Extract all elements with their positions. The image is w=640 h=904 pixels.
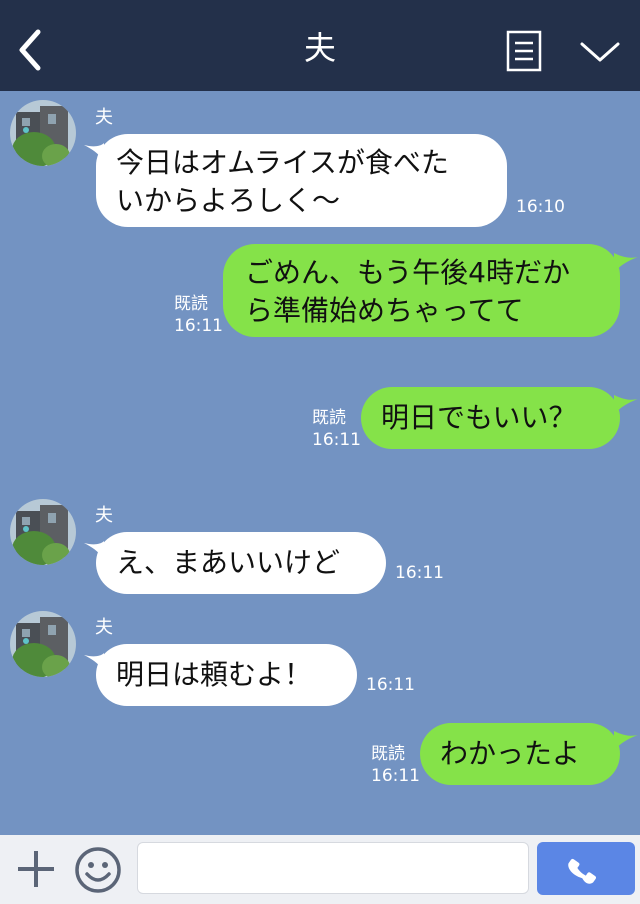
avatar-photo-icon <box>10 100 76 166</box>
input-bar <box>0 835 640 904</box>
timestamp: 16:11 <box>174 316 223 336</box>
timestamp: 16:11 <box>366 675 415 695</box>
message-text: わかったよ <box>440 737 581 770</box>
call-button[interactable] <box>537 842 635 895</box>
message-bubble-sent[interactable]: 明日でもいい？ <box>361 387 620 449</box>
message-text: 明日は頼むよ！ <box>116 658 313 691</box>
message-meta: 既読 16:11 <box>371 743 420 787</box>
avatar[interactable] <box>10 499 76 565</box>
avatar[interactable] <box>10 611 76 677</box>
bubble-tail <box>614 253 638 273</box>
bubble-tail <box>614 395 638 415</box>
timestamp: 16:11 <box>371 766 420 786</box>
avatar-photo-icon <box>10 611 76 677</box>
message-bubble-sent[interactable]: ごめん、もう午後4時だか ら準備始めちゃってて <box>223 244 620 337</box>
avatar[interactable] <box>10 100 76 166</box>
chat-header: 夫 <box>0 0 640 91</box>
read-receipt: 既読 <box>174 294 208 314</box>
avatar-photo-icon <box>10 499 76 565</box>
message-bubble-sent[interactable]: わかったよ <box>420 723 620 785</box>
message-input[interactable] <box>137 842 529 894</box>
sender-name: 夫 <box>95 617 113 638</box>
smiley-icon[interactable] <box>74 846 122 894</box>
read-receipt: 既読 <box>371 744 405 764</box>
back-chevron-icon[interactable] <box>14 28 46 72</box>
message-text: 明日でもいい？ <box>381 401 577 434</box>
read-receipt: 既読 <box>312 408 346 428</box>
message-meta: 既読 16:11 <box>174 293 223 337</box>
timestamp: 16:11 <box>312 430 361 450</box>
message-text: いからよろしく〜 <box>116 184 341 217</box>
message-bubble-received[interactable]: え、まあいいけど <box>96 532 386 594</box>
message-text: 今日はオムライスが食べた <box>116 146 449 179</box>
chat-title: 夫 <box>303 29 336 67</box>
bubble-tail <box>614 731 638 751</box>
message-text: え、まあいいけど <box>116 546 341 579</box>
plus-icon[interactable] <box>14 847 58 891</box>
chevron-down-icon[interactable] <box>578 36 622 66</box>
sender-name: 夫 <box>95 107 113 128</box>
message-bubble-received[interactable]: 今日はオムライスが食べた いからよろしく〜 <box>96 134 507 227</box>
phone-icon <box>568 858 597 884</box>
timestamp: 16:10 <box>516 197 565 217</box>
message-meta: 既読 16:11 <box>312 407 361 451</box>
sender-name: 夫 <box>95 505 113 526</box>
menu-icon[interactable] <box>506 30 542 72</box>
message-text: ら準備始めちゃってて <box>245 294 524 327</box>
timestamp: 16:11 <box>395 563 444 583</box>
message-list[interactable]: 夫 今日はオムライスが食べた いからよろしく〜 16:10 既読 16:11 ご… <box>0 91 640 835</box>
message-text: ごめん、もう午後4時だか <box>245 256 570 289</box>
message-bubble-received[interactable]: 明日は頼むよ！ <box>96 644 357 706</box>
